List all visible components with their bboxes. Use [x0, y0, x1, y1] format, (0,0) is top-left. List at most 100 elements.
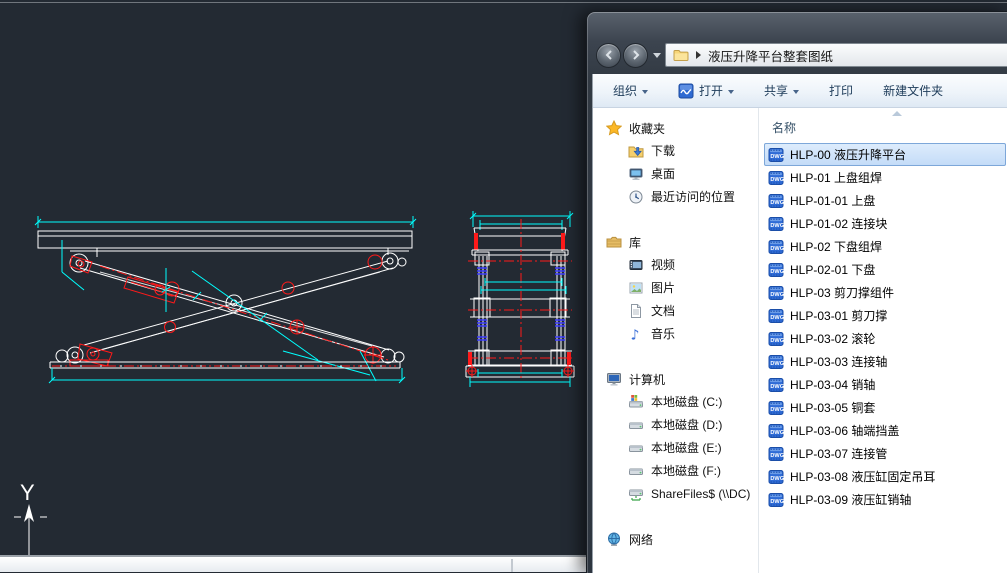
sort-ascending-icon	[892, 111, 902, 116]
sidebar-item-document[interactable]: 文档	[593, 299, 758, 322]
new-folder-button[interactable]: 新建文件夹	[883, 82, 943, 99]
star-icon	[606, 120, 622, 136]
svg-text:DWG: DWG	[770, 246, 784, 252]
disk-icon	[628, 440, 644, 456]
sidebar-item-recent[interactable]: 最近访问的位置	[593, 185, 758, 208]
cad-front-view	[34, 216, 417, 384]
address-bar[interactable]: 液压升降平台整套图纸	[665, 43, 1007, 67]
sidebar-item-download[interactable]: 下载	[593, 139, 758, 162]
file-row[interactable]: DWG HLP-03-08 液压缸固定吊耳	[764, 465, 1006, 488]
chevron-down-icon	[793, 89, 800, 94]
explorer-main: 收藏夹 下载 桌面 最近访问的位置库视频 图片 文档 ♪ 音乐 计算机 本地磁盘 (C:) 本地磁盘…	[593, 108, 1007, 573]
network-icon	[606, 531, 622, 547]
file-row[interactable]: DWG HLP-03-06 轴端挡盖	[764, 419, 1006, 442]
disk-c-icon	[628, 394, 644, 410]
dwg-icon: DWG	[768, 377, 784, 393]
folder-icon	[673, 47, 689, 63]
computer-icon	[606, 371, 622, 387]
dwg-icon: DWG	[768, 216, 784, 232]
sidebar-item-desktop[interactable]: 桌面	[593, 162, 758, 185]
dwg-icon: DWG	[768, 308, 784, 324]
svg-text:DWG: DWG	[770, 476, 784, 482]
explorer-content: 组织 打开 共享 打印 新建文件夹 收藏夹 下载 桌面 最近访问的位置库视频 图片 文档 ♪…	[592, 74, 1007, 573]
file-row[interactable]: DWG HLP-03-07 连接管	[764, 442, 1006, 465]
file-pane: 名称 DWG HLP-00 液压升降平台 DWG HLP-01 上盘组焊 DWG HLP-…	[759, 108, 1007, 573]
sidebar-item-picture[interactable]: 图片	[593, 276, 758, 299]
cad-side-view	[465, 211, 575, 387]
file-row[interactable]: DWG HLP-02 下盘组焊	[764, 235, 1006, 258]
print-button[interactable]: 打印	[829, 82, 853, 99]
disk-icon	[628, 417, 644, 433]
dwg-icon: DWG	[768, 331, 784, 347]
forward-arrow-icon	[632, 50, 639, 60]
svg-text:DWG: DWG	[770, 361, 784, 367]
file-row[interactable]: DWG HLP-03-03 连接轴	[764, 350, 1006, 373]
command-toolbar: 组织 打开 共享 打印 新建文件夹	[593, 74, 1007, 108]
file-row[interactable]: DWG HLP-01-02 连接块	[764, 212, 1006, 235]
svg-text:DWG: DWG	[770, 200, 784, 206]
svg-text:DWG: DWG	[770, 292, 784, 298]
dwg-icon: DWG	[768, 492, 784, 508]
back-button[interactable]	[596, 42, 621, 68]
chevron-down-icon	[728, 89, 735, 94]
sidebar-section-network[interactable]: 网络	[593, 528, 758, 550]
sidebar-item-music[interactable]: ♪ 音乐	[593, 322, 758, 345]
file-row[interactable]: DWG HLP-03-05 铜套	[764, 396, 1006, 419]
file-row[interactable]: DWG HLP-03-04 销轴	[764, 373, 1006, 396]
back-arrow-icon	[605, 50, 612, 60]
ucs-y-axis-label: Y	[20, 480, 35, 505]
cad-command-strip-divider	[511, 559, 513, 572]
cad-drawing: Y	[14, 211, 575, 556]
organize-button[interactable]: 组织	[613, 82, 649, 99]
open-button[interactable]: 打开	[678, 82, 735, 99]
cad-viewport[interactable]: Y	[0, 0, 587, 556]
file-row[interactable]: DWG HLP-01-01 上盘	[764, 189, 1006, 212]
dwg-icon: DWG	[768, 170, 784, 186]
svg-text:DWG: DWG	[770, 499, 784, 505]
file-row[interactable]: DWG HLP-02-01 下盘	[764, 258, 1006, 281]
sidebar-section-library[interactable]: 库	[593, 231, 758, 253]
disk-icon	[628, 463, 644, 479]
recent-icon	[628, 189, 644, 205]
video-icon	[628, 257, 644, 273]
file-row[interactable]: DWG HLP-03-02 滚轮	[764, 327, 1006, 350]
explorer-navbar: 液压升降平台整套图纸	[596, 40, 1007, 70]
dwg-icon: DWG	[768, 239, 784, 255]
sidebar-item-disk[interactable]: 本地磁盘 (D:)	[593, 413, 758, 436]
ucs-icon: Y	[14, 480, 47, 556]
sidebar-section-star[interactable]: 收藏夹	[593, 117, 758, 139]
sidebar-item-disk[interactable]: 本地磁盘 (E:)	[593, 436, 758, 459]
svg-text:DWG: DWG	[770, 154, 784, 160]
file-row[interactable]: DWG HLP-03 剪刀撑组件	[764, 281, 1006, 304]
file-row-selected[interactable]: DWG HLP-00 液压升降平台	[764, 143, 1006, 166]
desktop-icon	[628, 166, 644, 182]
sidebar-section-computer[interactable]: 计算机	[593, 368, 758, 390]
download-icon	[628, 143, 644, 159]
svg-text:DWG: DWG	[770, 407, 784, 413]
sidebar-item-video[interactable]: 视频	[593, 253, 758, 276]
column-header-name[interactable]: 名称	[764, 108, 1007, 143]
svg-text:DWG: DWG	[770, 338, 784, 344]
file-row[interactable]: DWG HLP-03-01 剪刀撑	[764, 304, 1006, 327]
dwg-icon: DWG	[768, 193, 784, 209]
svg-text:DWG: DWG	[770, 384, 784, 390]
sidebar-item-disk-c[interactable]: 本地磁盘 (C:)	[593, 390, 758, 413]
dwg-icon: DWG	[768, 354, 784, 370]
svg-text:DWG: DWG	[770, 430, 784, 436]
dwg-icon: DWG	[768, 446, 784, 462]
sidebar-item-disk[interactable]: 本地磁盘 (F:)	[593, 459, 758, 482]
sidebar: 收藏夹 下载 桌面 最近访问的位置库视频 图片 文档 ♪ 音乐 计算机 本地磁盘 (C:) 本地磁盘…	[593, 108, 758, 573]
sidebar-item-network-drive[interactable]: ShareFiles$ (\\DC)	[593, 482, 758, 505]
forward-button[interactable]	[623, 42, 648, 68]
dwg-icon: DWG	[768, 469, 784, 485]
dwg-icon: DWG	[768, 423, 784, 439]
history-dropdown-caret[interactable]	[653, 52, 661, 58]
file-row[interactable]: DWG HLP-01 上盘组焊	[764, 166, 1006, 189]
breadcrumb[interactable]: 液压升降平台整套图纸	[708, 46, 833, 65]
file-row[interactable]: DWG HLP-03-09 液压缸销轴	[764, 488, 1006, 511]
breadcrumb-caret[interactable]	[696, 51, 701, 59]
share-button[interactable]: 共享	[764, 82, 800, 99]
chevron-down-icon	[642, 89, 649, 94]
document-icon	[628, 303, 644, 319]
svg-text:DWG: DWG	[770, 223, 784, 229]
